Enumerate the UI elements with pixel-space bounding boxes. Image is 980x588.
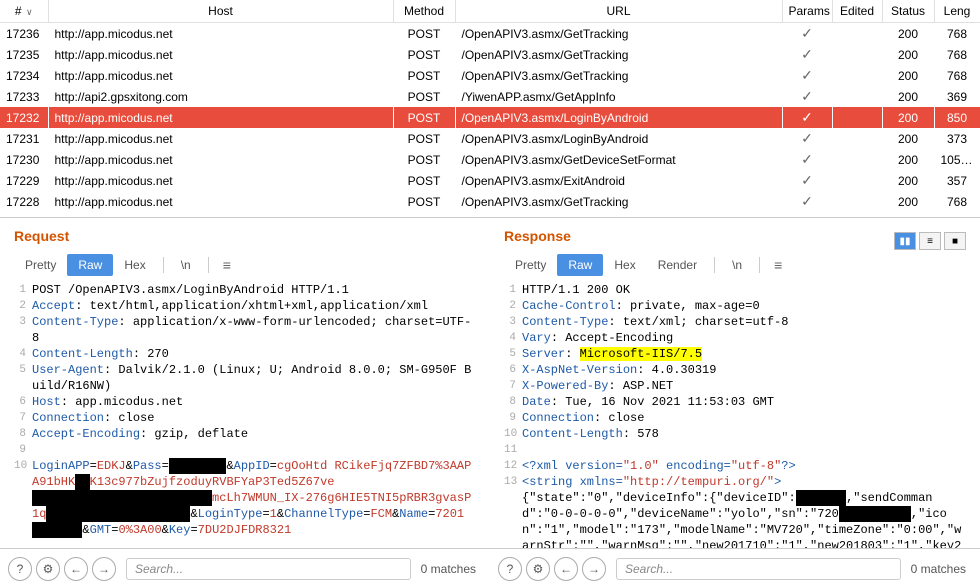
col-edited[interactable]: Edited <box>832 0 882 23</box>
tab-newline[interactable]: \n <box>170 254 202 276</box>
view-columns-icon[interactable]: ▮▮ <box>894 232 916 250</box>
table-row[interactable]: 17232http://app.micodus.netPOST/OpenAPIV… <box>0 107 980 128</box>
request-title: Request <box>14 228 476 244</box>
view-toggle: ▮▮ ≡ ■ <box>894 232 966 250</box>
prev-icon[interactable]: ← <box>554 557 578 581</box>
match-count: 0 matches <box>911 562 972 576</box>
tab-raw[interactable]: Raw <box>67 254 113 276</box>
tab-newline[interactable]: \n <box>721 254 753 276</box>
response-footer: ? ⚙ ← → Search... 0 matches <box>490 549 980 588</box>
table-row[interactable]: 17233http://api2.gpsxitong.comPOST/Yiwen… <box>0 86 980 107</box>
col-url[interactable]: URL <box>455 0 782 23</box>
menu-icon[interactable]: ≡ <box>215 257 239 273</box>
response-title: Response <box>504 228 571 244</box>
response-tabs: Pretty Raw Hex Render \n ≡ <box>504 254 966 276</box>
table-row[interactable]: 17234http://app.micodus.netPOST/OpenAPIV… <box>0 65 980 86</box>
menu-icon[interactable]: ≡ <box>766 257 790 273</box>
gear-icon[interactable]: ⚙ <box>526 557 550 581</box>
next-icon[interactable]: → <box>92 557 116 581</box>
table-row[interactable]: 17231http://app.micodus.netPOST/OpenAPIV… <box>0 128 980 149</box>
tab-hex[interactable]: Hex <box>113 254 156 276</box>
tab-pretty[interactable]: Pretty <box>14 254 67 276</box>
response-body[interactable]: 1HTTP/1.1 200 OK2Cache-Control: private,… <box>504 282 966 548</box>
table-row[interactable]: 17230http://app.micodus.netPOST/OpenAPIV… <box>0 149 980 170</box>
col-num[interactable]: # ∨ <box>0 0 48 23</box>
search-input[interactable]: Search... <box>126 558 411 580</box>
match-count: 0 matches <box>421 562 482 576</box>
col-leng[interactable]: Leng <box>934 0 980 23</box>
search-input[interactable]: Search... <box>616 558 901 580</box>
gear-icon[interactable]: ⚙ <box>36 557 60 581</box>
col-method[interactable]: Method <box>393 0 455 23</box>
request-panel: Request Pretty Raw Hex \n ≡ 1POST /OpenA… <box>0 218 490 548</box>
table-row[interactable]: 17236http://app.micodus.netPOST/OpenAPIV… <box>0 23 980 45</box>
table-row[interactable]: 17228http://app.micodus.netPOST/OpenAPIV… <box>0 191 980 212</box>
tab-raw[interactable]: Raw <box>557 254 603 276</box>
request-tabs: Pretty Raw Hex \n ≡ <box>14 254 476 276</box>
prev-icon[interactable]: ← <box>64 557 88 581</box>
table-row[interactable]: 17235http://app.micodus.netPOST/OpenAPIV… <box>0 44 980 65</box>
view-single-icon[interactable]: ■ <box>944 232 966 250</box>
col-status[interactable]: Status <box>882 0 934 23</box>
sort-down-icon: ∨ <box>24 7 33 17</box>
response-panel: Response ▮▮ ≡ ■ Pretty Raw Hex Render \n… <box>490 218 980 548</box>
request-footer: ? ⚙ ← → Search... 0 matches <box>0 549 490 588</box>
help-icon[interactable]: ? <box>8 557 32 581</box>
tab-hex[interactable]: Hex <box>603 254 646 276</box>
col-params[interactable]: Params <box>782 0 832 23</box>
tab-render[interactable]: Render <box>647 254 708 276</box>
help-icon[interactable]: ? <box>498 557 522 581</box>
next-icon[interactable]: → <box>582 557 606 581</box>
col-host[interactable]: Host <box>48 0 393 23</box>
request-body[interactable]: 1POST /OpenAPIV3.asmx/LoginByAndroid HTT… <box>14 282 476 548</box>
view-rows-icon[interactable]: ≡ <box>919 232 941 250</box>
request-table[interactable]: # ∨ Host Method URL Params Edited Status… <box>0 0 980 218</box>
table-row[interactable]: 17229http://app.micodus.netPOST/OpenAPIV… <box>0 170 980 191</box>
table-header[interactable]: # ∨ Host Method URL Params Edited Status… <box>0 0 980 23</box>
tab-pretty[interactable]: Pretty <box>504 254 557 276</box>
